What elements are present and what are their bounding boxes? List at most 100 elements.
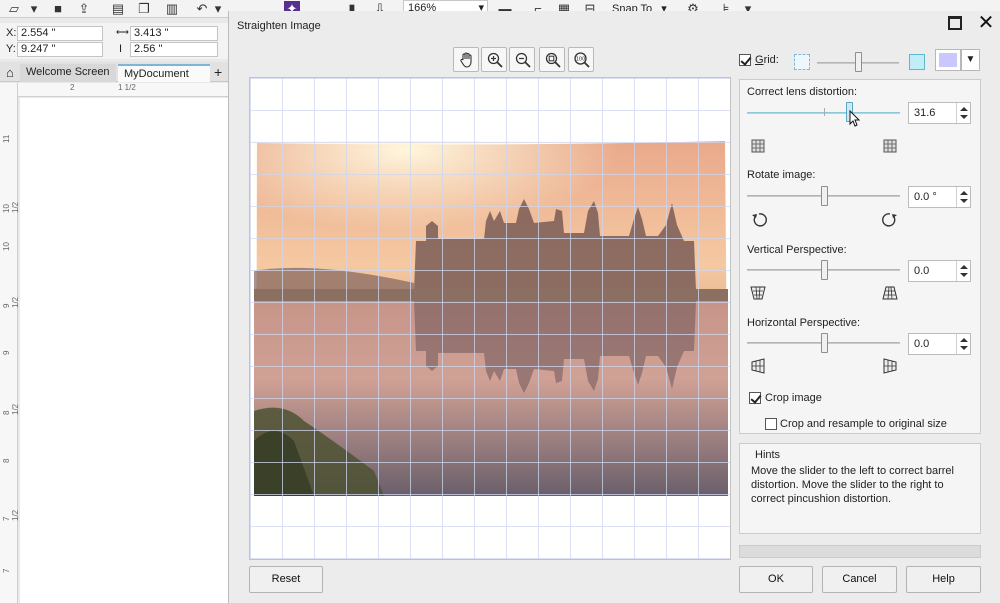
horizontal-ruler[interactable]: 2 1 1/2	[18, 83, 228, 97]
paste-icon[interactable]: ▥	[164, 1, 180, 16]
ruler-v-label: 8 1/2	[2, 403, 20, 415]
crop-image-label[interactable]: Crop image	[765, 392, 822, 404]
slider-center-tick	[824, 108, 825, 116]
ruler-v-label: 10	[2, 242, 11, 251]
hints-text: Move the slider to the left to correct b…	[751, 465, 954, 505]
document-page[interactable]	[20, 98, 228, 603]
rotate-value: 0.0 °	[914, 191, 937, 203]
height-value: 2.56 "	[134, 43, 163, 55]
copy-icon[interactable]: ❐	[136, 1, 152, 16]
grid-color-swatch	[939, 53, 957, 67]
rotate-spinbox[interactable]: 0.0 °	[908, 186, 971, 208]
spin-up-icon[interactable]	[960, 265, 968, 269]
export-icon[interactable]: ⇪	[76, 1, 92, 16]
vertical-perspective-spinbox[interactable]: 0.0	[908, 260, 971, 282]
ruler-h-label: 2	[70, 83, 75, 92]
x-position-value: 2.554 "	[21, 27, 56, 39]
horizontal-perspective-thumb[interactable]	[821, 333, 828, 353]
zoom-out-icon	[515, 52, 531, 68]
y-position-field[interactable]: 9.247 "	[17, 42, 103, 57]
undo-icon[interactable]: ↶	[194, 1, 210, 16]
width-field[interactable]: 3.413 "	[130, 26, 218, 41]
zoom-fit-icon	[545, 52, 561, 68]
tab-mydocument[interactable]: MyDocument	[118, 64, 210, 82]
grid-size-thumb[interactable]	[855, 52, 862, 72]
lens-distortion-spinbox[interactable]: 31.6	[908, 102, 971, 124]
vertical-perspective-label: Vertical Perspective:	[747, 244, 847, 256]
ruler-v-label: 9 1/2	[2, 296, 20, 308]
zoom-to-fit-button[interactable]	[539, 47, 565, 72]
spin-up-icon[interactable]	[960, 338, 968, 342]
image-preview[interactable]	[249, 77, 731, 560]
lens-distortion-value: 31.6	[914, 107, 936, 119]
crop-resample-label[interactable]: Crop and resample to original size	[780, 418, 947, 430]
maximize-button[interactable]	[948, 16, 962, 30]
spin-up-icon[interactable]	[960, 107, 968, 111]
hints-title: Hints	[755, 449, 781, 461]
vertical-ruler[interactable]: 11 10 1/2 10 9 1/2 9 8 1/2 8 7 1/2 7	[0, 83, 20, 603]
horizontal-perspective-right-icon[interactable]	[882, 358, 898, 374]
save-icon[interactable]: ■	[50, 1, 66, 16]
spin-down-icon[interactable]	[960, 199, 968, 203]
barrel-distortion-icon[interactable]	[750, 138, 766, 154]
rotate-right-icon[interactable]	[882, 212, 898, 228]
pan-tool-button[interactable]	[453, 47, 479, 72]
grid-color-dropdown[interactable]: ▼	[961, 49, 980, 71]
crop-image-checkbox[interactable]	[749, 392, 761, 404]
rotate-thumb[interactable]	[821, 186, 828, 206]
property-bar: X: 2.554 " Y: 9.247 " ⟷ 3.413 " I 2.56 "	[0, 23, 228, 59]
ruler-v-label: 7	[2, 568, 11, 573]
mouse-cursor-icon	[849, 110, 861, 127]
height-icon: I	[119, 43, 123, 55]
cancel-button[interactable]: Cancel	[822, 566, 897, 593]
help-button[interactable]: Help	[906, 566, 981, 593]
svg-text:100: 100	[576, 57, 586, 63]
vertical-perspective-up-icon[interactable]	[882, 285, 898, 301]
home-icon[interactable]: ⌂	[4, 64, 16, 82]
spin-down-icon[interactable]	[960, 273, 968, 277]
ruler-v-label: 8	[2, 458, 11, 463]
tab-welcome-screen[interactable]: Welcome Screen	[20, 64, 116, 82]
rotate-left-icon[interactable]	[751, 212, 767, 228]
vertical-perspective-down-icon[interactable]	[750, 285, 766, 301]
pincushion-distortion-icon[interactable]	[882, 138, 898, 154]
spin-down-icon[interactable]	[960, 115, 968, 119]
zoom-in-button[interactable]	[481, 47, 507, 72]
new-document-icon[interactable]: ▱	[6, 1, 22, 16]
lens-distortion-label: Correct lens distortion:	[747, 86, 858, 98]
dropdown-icon[interactable]: ▾	[26, 1, 42, 16]
height-field[interactable]: 2.56 "	[130, 42, 218, 57]
dialog-title: Straighten Image	[237, 20, 321, 32]
rotate-image-label: Rotate image:	[747, 169, 816, 181]
spin-up-icon[interactable]	[960, 191, 968, 195]
dialog-status-bar	[739, 545, 981, 558]
hints-panel: Hints Move the slider to the left to cor…	[739, 443, 981, 534]
undo-dropdown-icon[interactable]: ▾	[210, 1, 226, 16]
straighten-image-dialog: Straighten Image ✕ 100 Grid: ▼ Correct l…	[228, 11, 1000, 603]
print-icon[interactable]: ▤	[110, 1, 126, 16]
ruler-v-label: 9	[2, 350, 11, 355]
spin-down-icon[interactable]	[960, 346, 968, 350]
add-tab-icon[interactable]: +	[210, 64, 226, 82]
grid-overlay	[250, 78, 730, 559]
width-icon: ⟷	[116, 27, 129, 37]
zoom-out-button[interactable]	[509, 47, 535, 72]
chevron-down-icon: ▼	[965, 54, 976, 65]
crop-resample-checkbox[interactable]	[765, 418, 777, 430]
y-position-value: 9.247 "	[21, 43, 56, 55]
vertical-perspective-thumb[interactable]	[821, 260, 828, 280]
horizontal-perspective-left-icon[interactable]	[750, 358, 766, 374]
grid-checkbox[interactable]	[739, 54, 751, 66]
x-position-field[interactable]: 2.554 "	[17, 26, 103, 41]
ok-button[interactable]: OK	[739, 566, 813, 593]
close-button[interactable]: ✕	[976, 11, 996, 35]
grid-color-button[interactable]	[935, 49, 961, 71]
horizontal-perspective-spinbox[interactable]: 0.0	[908, 333, 971, 355]
grid-options: Grid: ▼	[739, 49, 989, 72]
ruler-v-label: 7 1/2	[2, 509, 20, 521]
ruler-v-label: 10 1/2	[2, 201, 20, 213]
zoom-100-button[interactable]: 100	[568, 47, 594, 72]
reset-button[interactable]: Reset	[249, 566, 323, 593]
document-tabs: ⌂ Welcome Screen MyDocument +	[0, 62, 228, 82]
straighten-settings-panel: Correct lens distortion: 31.6 Rotate ima…	[739, 79, 981, 434]
